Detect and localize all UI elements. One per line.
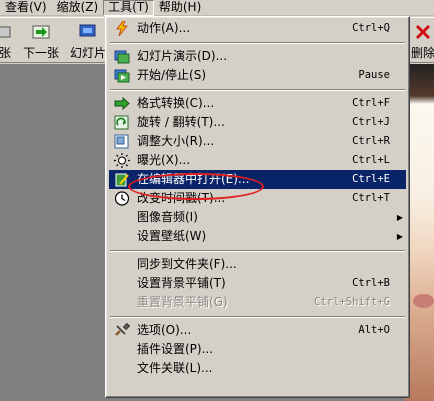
menu-item-label: 设置背景平铺(T) <box>137 276 226 290</box>
menu-item-rotate[interactable]: 旋转 / 翻转(T)... Ctrl+J <box>109 113 406 132</box>
menu-separator <box>109 312 406 321</box>
menu-item-slideshow[interactable]: 幻灯片演示(D)... <box>109 47 406 66</box>
menu-item-sync-folder[interactable]: 同步到文件夹(F)... <box>109 255 406 274</box>
menu-item-set-bg-tile[interactable]: 设置背景平铺(T) Ctrl+B <box>109 274 406 293</box>
menu-tools[interactable]: 工具(T) <box>103 0 154 16</box>
slideshow-startstop-icon <box>114 69 130 83</box>
menu-item-shortcut: Ctrl+R <box>352 135 390 147</box>
menu-item-label: 重置背景平铺(G) <box>137 295 228 309</box>
prev-icon <box>0 26 11 38</box>
delete-icon <box>415 24 431 40</box>
menu-item-shortcut: Ctrl+B <box>352 277 390 289</box>
menu-zoom[interactable]: 缩放(Z) <box>52 0 104 16</box>
menu-item-shortcut: Alt+O <box>358 324 390 336</box>
menu-item-label: 旋转 / 翻转(T)... <box>137 115 225 129</box>
menu-bar: 查看(V) 缩放(Z) 工具(T) 帮助(H) <box>0 0 434 16</box>
menu-separator <box>109 85 406 94</box>
menu-item-label: 格式转换(C)... <box>137 96 215 110</box>
menu-item-label: 选项(O)... <box>137 323 192 337</box>
menu-item-action[interactable]: 动作(A)... Ctrl+Q <box>109 19 406 38</box>
slideshow-icon <box>79 24 96 37</box>
convert-icon <box>114 96 130 111</box>
menu-item-shortcut: Ctrl+Q <box>352 22 390 34</box>
delete-button-label: 删除 <box>410 46 434 60</box>
next-arrow-icon <box>32 25 50 39</box>
photo-lip <box>413 294 434 308</box>
slideshow-icon <box>114 50 130 64</box>
exposure-icon <box>114 153 130 168</box>
menu-item-label: 文件关联(L)... <box>137 361 213 375</box>
menu-item-shortcut: Ctrl+T <box>352 192 390 204</box>
menu-item-label: 插件设置(P)... <box>137 342 214 356</box>
menu-item-change-timestamp[interactable]: 改变时间戳(T)... Ctrl+T <box>109 189 406 208</box>
menu-item-resize[interactable]: 调整大小(R)... Ctrl+R <box>109 132 406 151</box>
prev-button[interactable]: 张 <box>0 18 14 62</box>
next-button-label: 下一张 <box>22 46 59 60</box>
menu-item-label: 改变时间戳(T)... <box>137 191 226 205</box>
menu-item-open-in-editor[interactable]: 在编辑器中打开(E)... Ctrl+E <box>109 170 406 189</box>
edit-icon <box>115 173 129 187</box>
menu-item-shortcut: Ctrl+F <box>352 97 390 109</box>
submenu-arrow-icon: ▶ <box>396 232 403 241</box>
menu-item-start-stop[interactable]: 开始/停止(S) Pause <box>109 66 406 85</box>
menu-separator <box>109 246 406 255</box>
menu-item-shortcut: Pause <box>358 69 390 81</box>
options-icon <box>115 323 130 336</box>
menu-item-label: 同步到文件夹(F)... <box>137 257 237 271</box>
menu-item-label: 动作(A)... <box>137 21 191 35</box>
menu-item-label: 曝光(X)... <box>137 153 191 167</box>
menu-help[interactable]: 帮助(H) <box>154 0 206 16</box>
menu-item-shortcut: Ctrl+E <box>352 173 390 185</box>
menu-item-plugin-settings[interactable]: 插件设置(P)... <box>109 340 406 359</box>
menu-item-shortcut: Ctrl+L <box>352 154 390 166</box>
menu-item-label: 设置壁纸(W) <box>137 229 207 243</box>
menu-item-convert[interactable]: 格式转换(C)... Ctrl+F <box>109 94 406 113</box>
submenu-arrow-icon: ▶ <box>396 213 403 222</box>
menu-item-reset-bg-tile: 重置背景平铺(G) Ctrl+Shift+G <box>109 293 406 312</box>
next-button[interactable]: 下一张 <box>20 18 62 62</box>
menu-item-set-wallpaper[interactable]: 设置壁纸(W) ▶ <box>109 227 406 246</box>
menu-item-label: 开始/停止(S) <box>137 68 207 82</box>
menu-item-shortcut: Ctrl+J <box>352 116 390 128</box>
delete-button[interactable]: 删除 <box>406 18 434 62</box>
lightning-icon <box>116 21 128 36</box>
menu-item-file-associations[interactable]: 文件关联(L)... <box>109 359 406 378</box>
prev-button-label: 张 <box>0 46 11 60</box>
slideshow-button[interactable]: 幻灯片 <box>68 18 108 62</box>
slideshow-button-label: 幻灯片 <box>69 46 106 60</box>
menu-view[interactable]: 查看(V) <box>0 0 52 16</box>
menu-item-exposure[interactable]: 曝光(X)... Ctrl+L <box>109 151 406 170</box>
rotate-icon <box>114 115 129 130</box>
clock-icon <box>114 191 130 206</box>
resize-icon <box>114 134 129 149</box>
menu-item-label: 图像音频(I) <box>137 210 198 224</box>
menu-item-image-audio[interactable]: 图像音频(I) ▶ <box>109 208 406 227</box>
menu-separator <box>109 38 406 47</box>
menu-item-label: 幻灯片演示(D)... <box>137 49 228 63</box>
tools-menu: 动作(A)... Ctrl+Q 幻灯片演示(D)... 开始/停止(S) Pau… <box>105 16 410 398</box>
menu-item-shortcut: Ctrl+Shift+G <box>314 296 390 308</box>
menu-item-label: 调整大小(R)... <box>137 134 215 148</box>
menu-item-label: 在编辑器中打开(E)... <box>137 172 250 186</box>
menu-item-options[interactable]: 选项(O)... Alt+O <box>109 321 406 340</box>
